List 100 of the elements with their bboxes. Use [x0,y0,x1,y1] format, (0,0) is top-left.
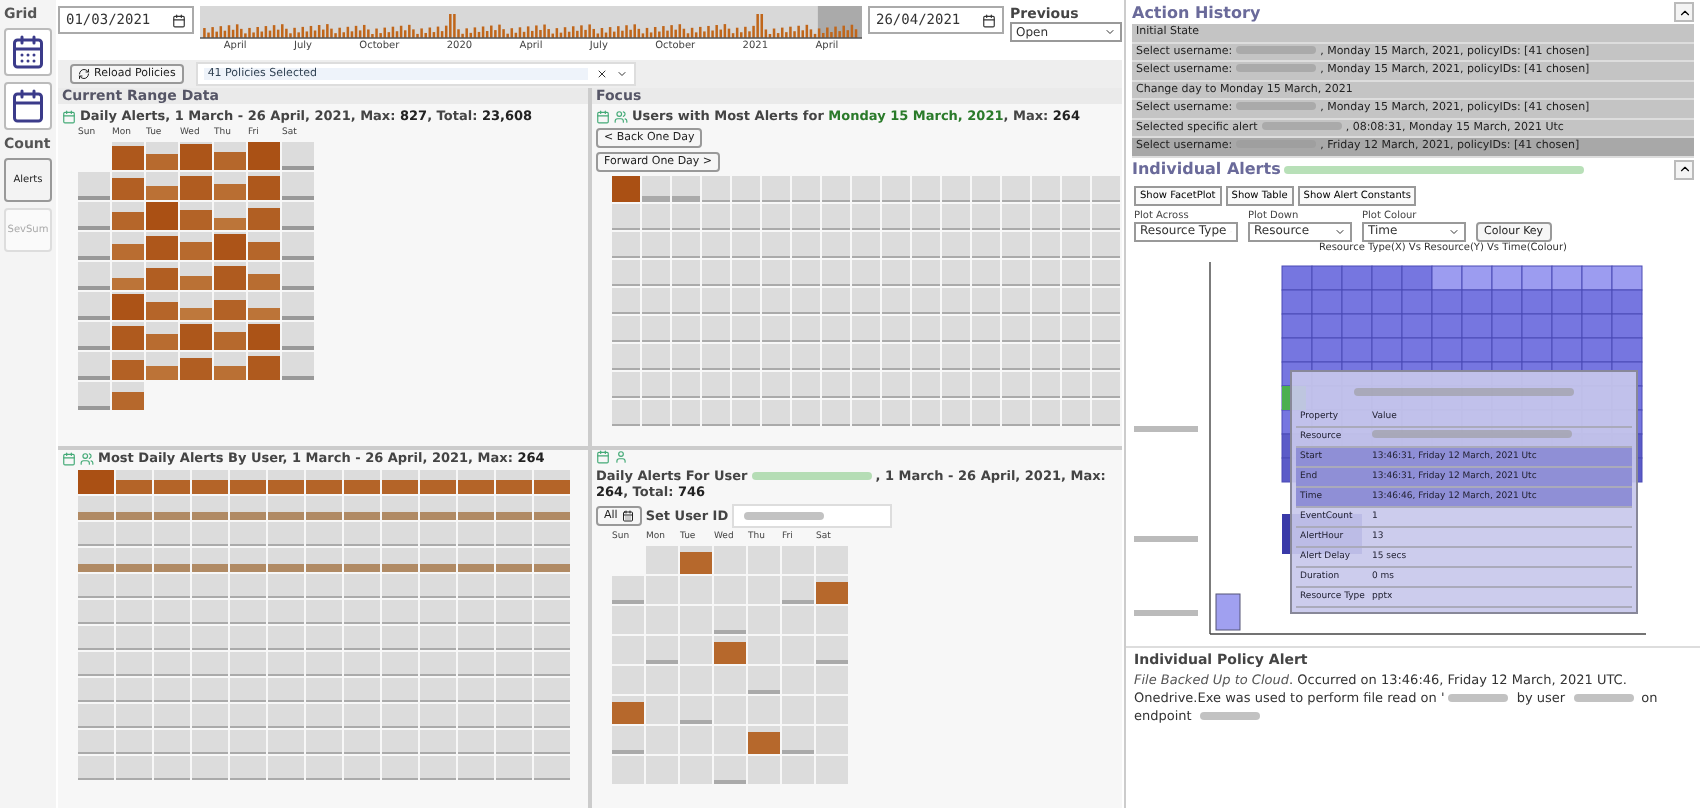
day-cell[interactable] [78,262,110,290]
day-cell[interactable] [782,576,814,604]
day-cell[interactable] [748,756,780,784]
day-cell[interactable] [248,292,280,320]
day-cell[interactable] [714,576,746,604]
day-cell[interactable] [714,756,746,784]
day-cell[interactable] [782,756,814,784]
day-cell[interactable] [146,232,178,260]
day-cell[interactable] [112,262,144,290]
day-cell[interactable] [646,636,678,664]
day-cell[interactable] [714,606,746,634]
day-cell[interactable] [680,726,712,754]
day-cell[interactable] [748,576,780,604]
day-cell[interactable] [248,202,280,230]
day-cell[interactable] [146,172,178,200]
day-cell[interactable] [248,322,280,350]
day-cell[interactable] [816,606,848,634]
day-cell[interactable] [748,606,780,634]
day-cell[interactable] [612,606,644,634]
day-cell[interactable] [282,292,314,320]
day-cell[interactable] [146,142,178,170]
day-cell[interactable] [112,322,144,350]
day-cell[interactable] [146,202,178,230]
day-cell[interactable] [714,666,746,694]
day-cell[interactable] [78,352,110,380]
day-cell[interactable] [646,576,678,604]
day-cell[interactable] [214,142,246,170]
day-cell[interactable] [680,606,712,634]
day-cell[interactable] [146,322,178,350]
day-cell[interactable] [816,666,848,694]
day-cell[interactable] [612,576,644,604]
day-cell[interactable] [782,696,814,724]
day-cell[interactable] [816,546,848,574]
day-cell[interactable] [214,322,246,350]
day-cell[interactable] [612,726,644,754]
day-cell[interactable] [646,606,678,634]
calendar-day-button[interactable] [4,82,52,130]
day-cell[interactable] [282,322,314,350]
day-cell[interactable] [816,636,848,664]
day-cell[interactable] [112,292,144,320]
day-cell[interactable] [680,546,712,574]
day-cell[interactable] [146,292,178,320]
day-cell[interactable] [180,232,212,260]
day-cell[interactable] [214,352,246,380]
day-cell[interactable] [282,202,314,230]
day-cell[interactable] [782,726,814,754]
day-cell[interactable] [146,262,178,290]
day-cell[interactable] [816,576,848,604]
day-cell[interactable] [248,142,280,170]
day-cell[interactable] [112,172,144,200]
day-cell[interactable] [78,382,110,410]
day-cell[interactable] [214,232,246,260]
day-cell[interactable] [248,172,280,200]
dropdown-icon[interactable] [615,68,628,80]
day-cell[interactable] [714,546,746,574]
day-cell[interactable] [180,142,212,170]
day-cell[interactable] [282,352,314,380]
day-cell[interactable] [612,756,644,784]
day-cell[interactable] [112,232,144,260]
day-cell[interactable] [180,352,212,380]
day-cell[interactable] [180,202,212,230]
day-cell[interactable] [714,636,746,664]
day-cell[interactable] [748,636,780,664]
day-cell[interactable] [180,262,212,290]
day-cell[interactable] [646,696,678,724]
day-cell[interactable] [112,382,144,410]
day-cell[interactable] [282,142,314,170]
day-cell[interactable] [816,726,848,754]
day-cell[interactable] [680,756,712,784]
day-cell[interactable] [282,262,314,290]
day-cell[interactable] [680,696,712,724]
day-cell[interactable] [782,636,814,664]
day-cell[interactable] [78,232,110,260]
collapse-button[interactable] [1674,2,1694,22]
day-cell[interactable] [282,172,314,200]
day-cell[interactable] [714,696,746,724]
day-cell[interactable] [112,202,144,230]
day-cell[interactable] [646,546,678,574]
collapse-button[interactable] [1674,159,1694,179]
day-cell[interactable] [112,142,144,170]
day-cell[interactable] [282,232,314,260]
day-cell[interactable] [214,262,246,290]
day-cell[interactable] [680,666,712,694]
user-id-field[interactable] [732,504,893,528]
day-cell[interactable] [78,172,110,200]
day-cell[interactable] [180,292,212,320]
day-cell[interactable] [214,292,246,320]
day-cell[interactable] [646,726,678,754]
day-cell[interactable] [680,576,712,604]
day-cell[interactable] [646,666,678,694]
day-cell[interactable] [248,352,280,380]
day-cell[interactable] [248,262,280,290]
day-cell[interactable] [180,172,212,200]
day-cell[interactable] [782,606,814,634]
day-cell[interactable] [646,756,678,784]
day-cell[interactable] [816,696,848,724]
day-cell[interactable] [680,636,712,664]
calendar-grid-button[interactable] [4,28,52,76]
day-cell[interactable] [782,546,814,574]
day-cell[interactable] [748,696,780,724]
